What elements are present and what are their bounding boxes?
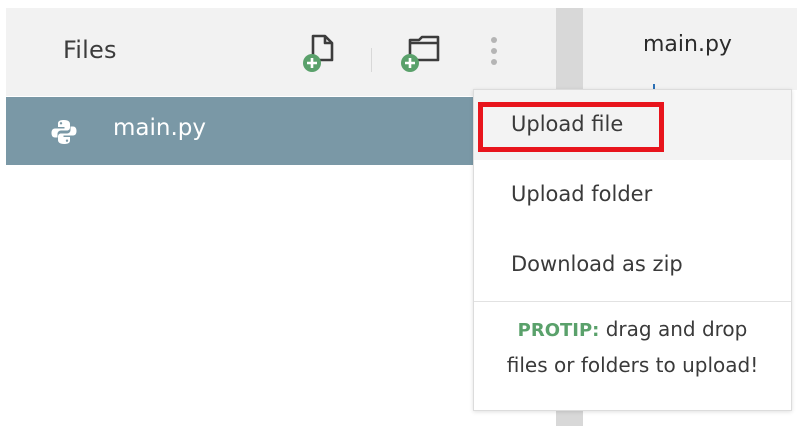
menu-item-label: Download as zip <box>511 252 683 276</box>
protip-text: PROTIP: drag and drop files or folders t… <box>474 312 791 382</box>
protip-line-2: files or folders to upload! <box>506 353 759 377</box>
header-separator <box>371 48 372 72</box>
more-vertical-icon <box>491 37 497 65</box>
protip-label: PROTIP: <box>517 320 600 341</box>
editor-tab-label: main.py <box>643 32 732 57</box>
menu-item-label: Upload file <box>511 112 624 136</box>
files-header: Files <box>6 8 556 96</box>
new-file-button[interactable] <box>296 28 344 76</box>
protip-line-1-text: drag and drop <box>605 317 748 341</box>
editor-tab-main-py[interactable]: main.py <box>583 8 797 90</box>
editor-tab-bar: main.py <box>583 8 797 90</box>
menu-divider <box>474 301 791 302</box>
menu-item-label: Upload folder <box>511 182 653 206</box>
file-name: main.py <box>113 115 206 141</box>
files-title: Files <box>63 36 117 64</box>
new-folder-button[interactable] <box>396 28 444 76</box>
protip-line-1: PROTIP: drag and drop <box>474 312 791 348</box>
new-folder-icon <box>401 35 440 72</box>
menu-item-download-zip[interactable]: Download as zip <box>474 230 791 300</box>
new-file-icon <box>303 34 334 72</box>
files-options-menu: Upload file Upload folder Download as zi… <box>473 89 792 411</box>
more-options-button[interactable] <box>476 28 512 76</box>
menu-item-upload-folder[interactable]: Upload folder <box>474 160 791 230</box>
menu-item-upload-file[interactable]: Upload file <box>474 90 791 160</box>
app-root: Files main.py main.py Upload file Upload… <box>0 0 797 426</box>
python-icon <box>51 120 77 144</box>
